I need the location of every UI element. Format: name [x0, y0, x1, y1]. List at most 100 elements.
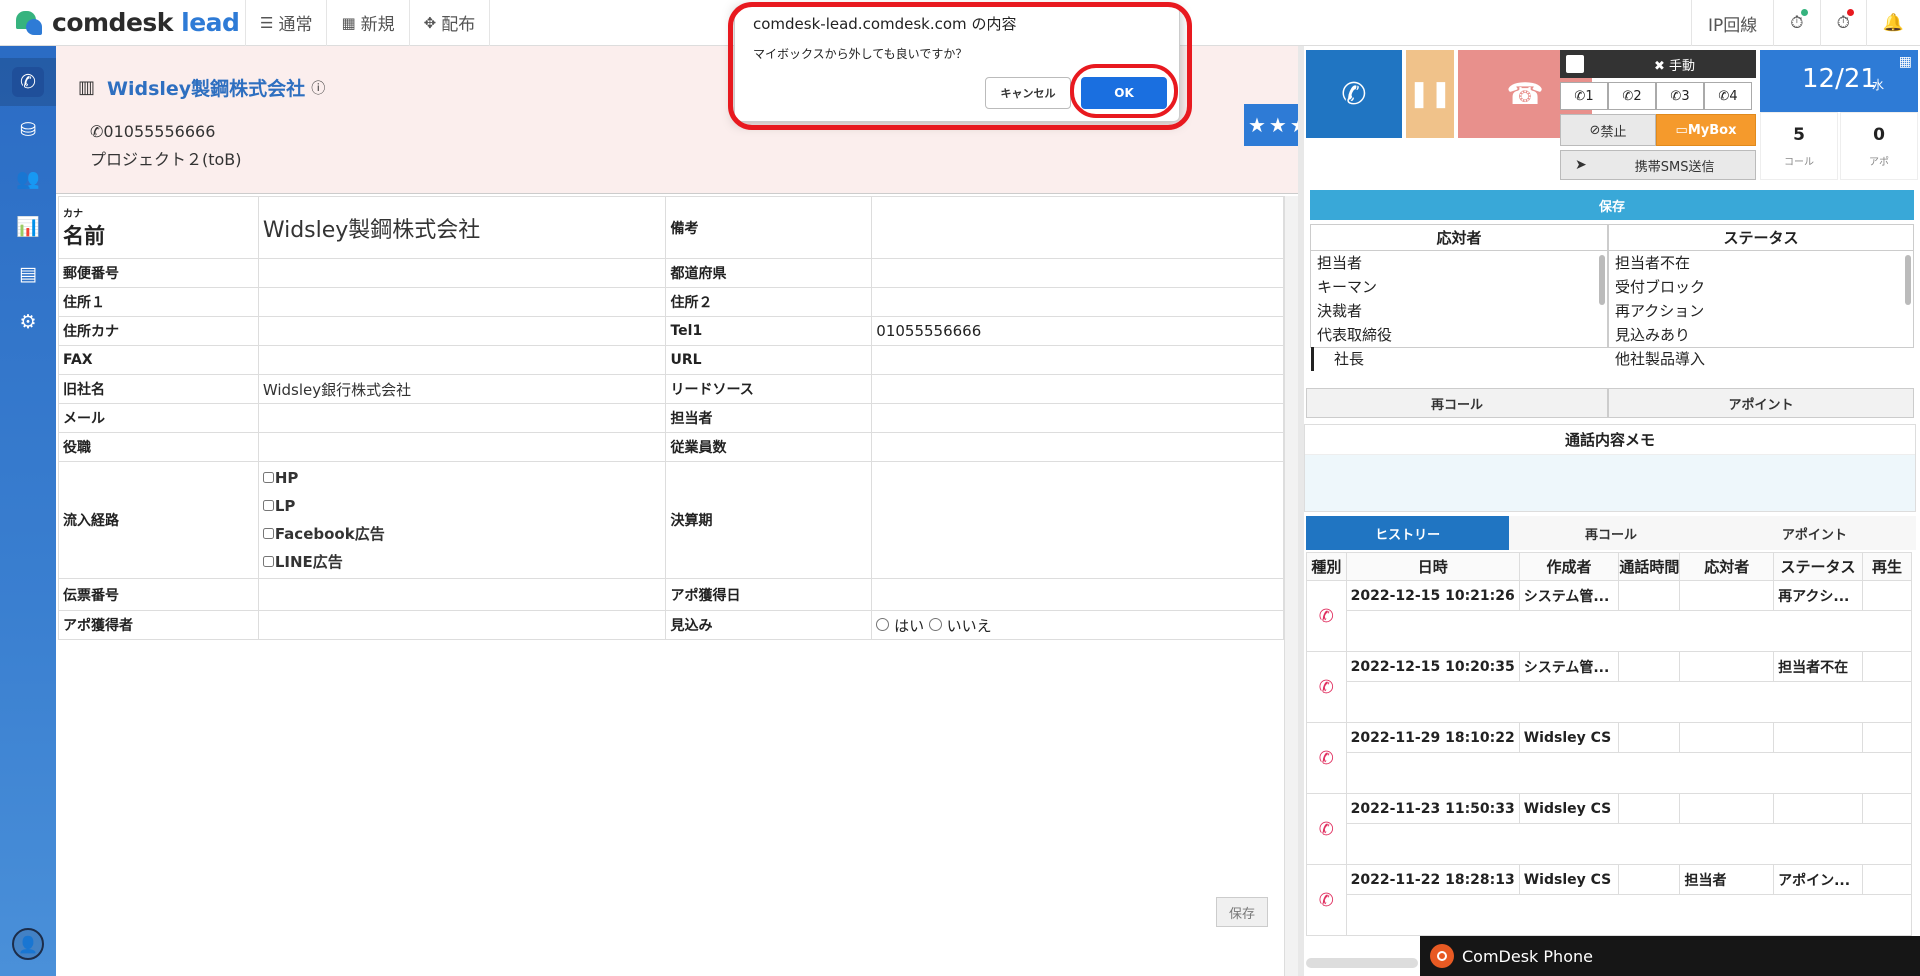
line-4-button[interactable]: ✆ 4	[1704, 82, 1752, 110]
mybox-button[interactable]: ▭ MyBox	[1656, 114, 1756, 146]
prospect-yes-radio[interactable]: はい	[876, 617, 924, 635]
address1-field[interactable]	[257, 287, 667, 317]
company-name[interactable]: Widsley製鋼株式会社	[107, 74, 305, 101]
nav-normal[interactable]: ☰ 通常	[246, 0, 328, 46]
responder-item[interactable]: 代表取締役	[1311, 323, 1607, 347]
status-item[interactable]: 他社製品導入	[1609, 347, 1913, 371]
nav-distribute[interactable]: ✥ 配布	[410, 0, 491, 46]
status-scrollbar[interactable]	[1905, 255, 1911, 305]
history-play[interactable]	[1861, 864, 1913, 895]
database-icon[interactable]: ⛁	[0, 106, 56, 154]
address1-label: 住所１	[58, 287, 259, 317]
settlement-field[interactable]	[871, 461, 1284, 579]
comdesk-phone-bar[interactable]: ComDesk Phone	[1420, 936, 1920, 976]
pause-button[interactable]: ❚❚	[1406, 50, 1454, 138]
email-field[interactable]	[257, 403, 667, 433]
ban-button[interactable]: ⊘ 禁止	[1560, 114, 1656, 146]
gear-icon[interactable]: ⚙	[0, 298, 56, 346]
manual-checkbox[interactable]	[1566, 55, 1584, 73]
info-icon[interactable]: ⓘ	[311, 78, 325, 98]
col-datetime: 日時	[1345, 552, 1520, 581]
lead-source-field[interactable]	[871, 374, 1284, 404]
responder-item[interactable]: 決裁者	[1311, 299, 1607, 323]
form-save-button[interactable]: 保存	[1216, 897, 1268, 927]
company-phone[interactable]: ✆01055556666	[90, 122, 215, 141]
tab-appoint[interactable]: アポイント	[1712, 516, 1916, 550]
status-item[interactable]: 受付ブロック	[1609, 275, 1913, 299]
responder-item[interactable]: 社長	[1311, 347, 1607, 371]
history-play[interactable]	[1861, 722, 1913, 753]
prospect-no-radio[interactable]: いいえ	[928, 617, 992, 635]
url-field[interactable]	[871, 345, 1284, 375]
history-play[interactable]	[1861, 651, 1913, 682]
sms-button[interactable]: ➤ 携帯SMS送信	[1560, 150, 1756, 180]
tel1-field[interactable]: 01055556666	[871, 316, 1284, 346]
calendar-icon[interactable]: ▤	[0, 250, 56, 298]
timer-red-icon[interactable]: ⏱	[1819, 0, 1866, 46]
tab-history[interactable]: ヒストリー	[1306, 516, 1510, 550]
manual-toggle[interactable]: ✖ 手動	[1560, 50, 1756, 78]
former-name-label: 旧社名	[58, 374, 259, 404]
line-1-button[interactable]: ✆ 1	[1560, 82, 1608, 110]
status-item[interactable]: 担当者不在	[1609, 251, 1913, 275]
apo-getter-field[interactable]	[257, 610, 667, 640]
status-item[interactable]: 再アクション	[1609, 299, 1913, 323]
table-row[interactable]: ✆ 2022-12-15 10:20:35 システム管... 担当者不在	[1306, 651, 1913, 723]
line-2-button[interactable]: ✆ 2	[1608, 82, 1656, 110]
call-button[interactable]: ✆	[1306, 50, 1402, 138]
timer-green-icon[interactable]: ⏱	[1773, 0, 1819, 46]
postal-label: 郵便番号	[58, 258, 259, 288]
user-avatar-icon[interactable]: 👤	[12, 928, 44, 960]
call-panel: ✆ ❚❚ ☎ ✖ 手動 ✆ 1 ✆ 2 ✆ 3 ✆ 4 ⊘ 禁止 ▭ MyBox ➤ 携帯SM…	[1304, 46, 1920, 976]
line-3-button[interactable]: ✆ 3	[1656, 82, 1704, 110]
phone-icon: ✆	[1341, 76, 1367, 112]
postal-field[interactable]	[257, 258, 667, 288]
history-play[interactable]	[1861, 793, 1913, 824]
recall-button[interactable]: 再コール	[1306, 388, 1608, 418]
address2-field[interactable]	[871, 287, 1284, 317]
notes-field[interactable]	[871, 196, 1284, 259]
responder-item[interactable]: キーマン	[1311, 275, 1607, 299]
brand[interactable]: comdesk lead	[0, 0, 246, 46]
prefecture-field[interactable]	[871, 258, 1284, 288]
history-play[interactable]	[1861, 580, 1913, 611]
form-scrollbar[interactable]	[1284, 196, 1298, 976]
former-name-field[interactable]: Widsley銀行株式会社	[257, 374, 667, 404]
address-kana-field[interactable]	[257, 316, 667, 346]
col-responder: 応対者	[1679, 552, 1775, 581]
source-facebook-checkbox[interactable]: Facebook広告	[262, 520, 662, 548]
bell-icon[interactable]: 🔔	[1865, 0, 1920, 46]
history-hscrollbar[interactable]	[1306, 958, 1418, 968]
history-author: システム管...	[1518, 580, 1620, 611]
chart-icon[interactable]: 📊	[0, 202, 56, 250]
memo-textarea[interactable]	[1305, 455, 1915, 511]
employees-field[interactable]	[871, 432, 1284, 462]
tel1-label: Tel1	[665, 316, 873, 346]
responder-scrollbar[interactable]	[1599, 255, 1605, 305]
responder-item[interactable]: 担当者	[1311, 251, 1607, 275]
history-duration	[1618, 580, 1681, 611]
table-row[interactable]: ✆ 2022-11-23 11:50:33 Widsley CS	[1306, 793, 1913, 865]
save-button[interactable]: 保存	[1310, 190, 1914, 220]
tab-recall[interactable]: 再コール	[1509, 516, 1713, 550]
slip-number-field[interactable]	[257, 578, 667, 611]
assignee-field[interactable]	[871, 403, 1284, 433]
appoint-button[interactable]: アポイント	[1608, 388, 1914, 418]
sidebar-phone[interactable]: ✆	[0, 58, 56, 106]
users-icon[interactable]: 👥	[0, 154, 56, 202]
fax-field[interactable]	[257, 345, 667, 375]
table-row[interactable]: ✆ 2022-12-15 10:21:26 システム管... 再アクシ...	[1306, 580, 1913, 652]
ip-line-button[interactable]: IP回線	[1691, 0, 1773, 46]
calendar-icon[interactable]: ▦	[1899, 54, 1912, 70]
apo-date-field[interactable]	[871, 578, 1284, 611]
name-field[interactable]: Widsley製鋼株式会社	[257, 196, 667, 259]
table-row[interactable]: ✆ 2022-11-29 18:10:22 Widsley CS	[1306, 722, 1913, 794]
url-label: URL	[665, 345, 873, 375]
source-line-checkbox[interactable]: LINE広告	[262, 548, 662, 576]
source-hp-checkbox[interactable]: HP	[262, 464, 662, 492]
nav-new[interactable]: ▦ 新規	[327, 0, 410, 46]
table-row[interactable]: ✆ 2022-11-22 18:28:13 Widsley CS 担当者 アポイ…	[1306, 864, 1913, 936]
source-lp-checkbox[interactable]: LP	[262, 492, 662, 520]
status-item[interactable]: 見込みあり	[1609, 323, 1913, 347]
position-field[interactable]	[257, 432, 667, 462]
